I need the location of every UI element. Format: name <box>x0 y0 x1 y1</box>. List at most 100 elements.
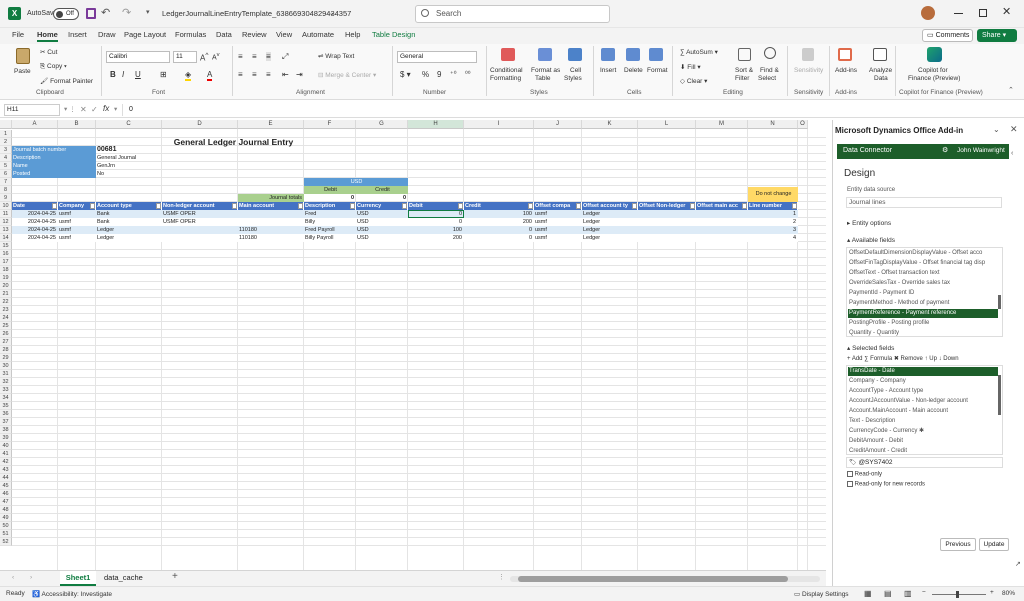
row-header[interactable]: 14 <box>0 234 12 242</box>
available-field-item[interactable]: PaymentReference - Payment reference <box>848 309 998 318</box>
delete-cells-icon[interactable] <box>626 48 640 61</box>
table-cell[interactable]: Billy Payroll <box>304 234 356 242</box>
table-cell[interactable]: Ledger <box>582 226 638 234</box>
row-header[interactable]: 1 <box>0 130 12 138</box>
table-cell[interactable]: Fred Payroll <box>304 226 356 234</box>
pane-scroll-left-icon[interactable]: ‹ <box>1011 150 1013 157</box>
menu-table-design[interactable]: Table Design <box>372 30 415 39</box>
filter-dropdown-icon[interactable] <box>690 203 695 209</box>
display-settings-button[interactable]: ▭ Display Settings <box>794 590 849 598</box>
column-header[interactable]: B <box>58 120 96 129</box>
column-header[interactable]: M <box>696 120 748 129</box>
filter-dropdown-icon[interactable] <box>298 203 303 209</box>
customize-toolbar-icon[interactable]: ▾ <box>146 8 150 16</box>
zoom-slider-thumb[interactable] <box>956 591 959 598</box>
column-header[interactable]: N <box>748 120 798 129</box>
menu-page-layout[interactable]: Page Layout <box>124 30 166 39</box>
table-cell[interactable]: 3 <box>748 226 798 234</box>
selected-field-item[interactable]: Account.MainAccount - Main account <box>848 407 998 416</box>
cancel-icon[interactable]: ✕ <box>80 105 87 114</box>
sort-filter-icon[interactable] <box>738 48 751 61</box>
row-header[interactable]: 52 <box>0 538 12 546</box>
align-left-icon[interactable]: ≡ <box>238 70 243 79</box>
move-up-button[interactable]: ↑ Up <box>925 356 937 362</box>
credit-header[interactable]: Credit <box>356 186 408 194</box>
selected-field-item[interactable]: Text - Description <box>848 417 998 426</box>
table-cell[interactable]: Bank <box>96 210 162 218</box>
row-header[interactable]: 3 <box>0 146 12 154</box>
menu-help[interactable]: Help <box>345 30 360 39</box>
table-header[interactable]: Credit <box>464 202 534 210</box>
row-header[interactable]: 16 <box>0 250 12 258</box>
sensitivity-button[interactable]: Sensitivity <box>794 67 823 74</box>
paste-button[interactable]: Paste <box>14 68 31 75</box>
available-fields-list[interactable]: OffsetDefaultDimensionDisplayValue - Off… <box>846 247 1003 337</box>
selected-fields-list[interactable]: TransDate - Date Company - Company Account… <box>846 365 1003 455</box>
selected-field-item[interactable]: AccountJAccountValue - Non-ledger accoun… <box>848 397 998 406</box>
journal-totals-label[interactable]: Journal totals <box>238 194 304 202</box>
cut-button[interactable]: ✂ Cut <box>40 48 57 56</box>
column-header[interactable]: J <box>534 120 582 129</box>
find-select-button[interactable]: Find & <box>760 67 779 74</box>
table-cell[interactable] <box>638 210 696 218</box>
table-header[interactable]: Offset main acc <box>696 202 748 210</box>
table-cell[interactable]: 100 <box>464 210 534 218</box>
filter-dropdown-icon[interactable] <box>350 203 355 209</box>
table-header[interactable]: Date <box>12 202 58 210</box>
formula-input[interactable]: 0 <box>122 104 1020 116</box>
align-top-icon[interactable]: ≡ <box>238 52 243 61</box>
table-header[interactable]: Description <box>304 202 356 210</box>
row-header[interactable]: 40 <box>0 442 12 450</box>
pane-options-icon[interactable]: ⌄ <box>993 125 1000 134</box>
font-name-select[interactable]: Calibri <box>106 51 170 63</box>
row-header[interactable]: 29 <box>0 354 12 362</box>
row-header[interactable]: 41 <box>0 450 12 458</box>
table-cell[interactable] <box>696 226 748 234</box>
column-header[interactable]: L <box>638 120 696 129</box>
column-header[interactable]: H <box>408 120 464 129</box>
accessibility-status[interactable]: Accessibility: Investigate <box>42 591 112 598</box>
table-cell[interactable]: usmf <box>534 210 582 218</box>
selected-field-item[interactable]: CurrencyCode - Currency ✱ <box>848 427 998 436</box>
available-fields-toggle[interactable]: ▴ Available fields <box>847 236 895 244</box>
posted-value[interactable]: No <box>96 170 162 178</box>
align-bottom-icon[interactable]: ≡ <box>266 52 271 61</box>
page-layout-view-icon[interactable]: ▤ <box>884 589 892 598</box>
table-header[interactable]: Main account <box>238 202 304 210</box>
italic-icon[interactable]: I <box>122 70 124 79</box>
collapse-ribbon-icon[interactable]: ⌃ <box>1008 86 1014 94</box>
conditional-formatting-button[interactable]: Conditional <box>490 67 523 74</box>
available-field-item[interactable]: PaymentMethod - Method of payment <box>848 299 998 308</box>
align-right-icon[interactable]: ≡ <box>266 70 271 79</box>
table-header[interactable]: Line number <box>748 202 798 210</box>
menu-insert[interactable]: Insert <box>68 30 87 39</box>
autosave-toggle[interactable]: Off <box>53 8 79 20</box>
posted-label[interactable]: Posted <box>12 170 96 178</box>
row-header[interactable]: 15 <box>0 242 12 250</box>
addins-icon[interactable] <box>838 48 852 61</box>
filter-dropdown-icon[interactable] <box>742 203 747 209</box>
column-header[interactable]: I <box>464 120 534 129</box>
analyze-data-button[interactable]: Analyze <box>869 67 892 74</box>
row-header[interactable]: 24 <box>0 314 12 322</box>
table-cell[interactable] <box>696 210 748 218</box>
column-header[interactable]: E <box>238 120 304 129</box>
table-cell[interactable] <box>638 218 696 226</box>
table-cell[interactable]: usmf <box>534 234 582 242</box>
format-cells-icon[interactable] <box>649 48 663 61</box>
row-header[interactable]: 47 <box>0 498 12 506</box>
row-header[interactable]: 9 <box>0 194 12 202</box>
row-header[interactable]: 22 <box>0 298 12 306</box>
row-header[interactable]: 45 <box>0 482 12 490</box>
table-header[interactable]: Account type <box>96 202 162 210</box>
column-header[interactable]: F <box>304 120 356 129</box>
table-cell[interactable]: 110180 <box>238 234 304 242</box>
prev-sheet-icon[interactable]: ‹ <box>12 574 14 581</box>
share-button[interactable]: Share ▾ <box>977 29 1017 42</box>
row-header[interactable]: 19 <box>0 274 12 282</box>
table-cell[interactable]: 2024-04-25 <box>12 226 58 234</box>
table-header[interactable]: Debit <box>408 202 464 210</box>
copy-button[interactable]: ⎘ Copy ▾ <box>40 63 67 71</box>
percent-icon[interactable]: % <box>422 70 429 79</box>
description-label[interactable]: Description <box>12 154 96 162</box>
